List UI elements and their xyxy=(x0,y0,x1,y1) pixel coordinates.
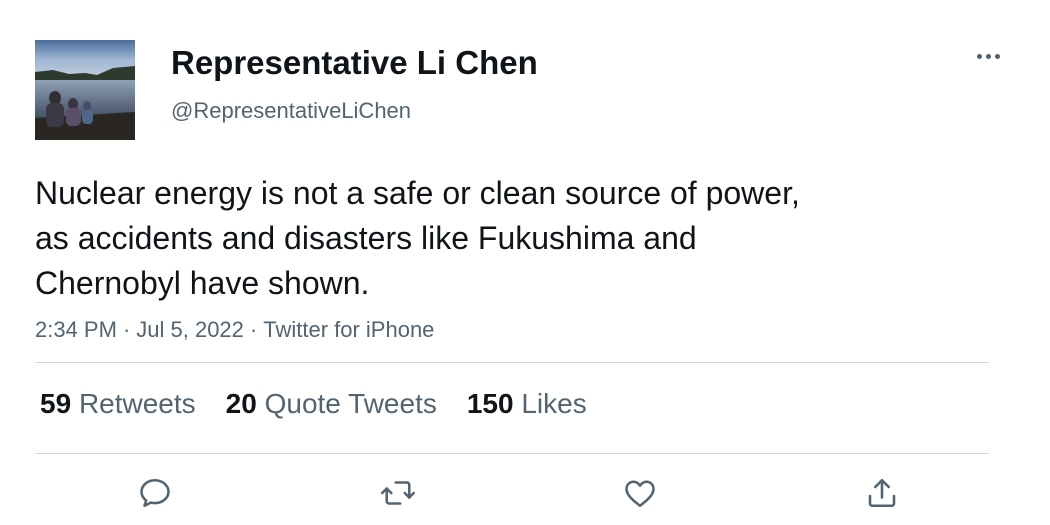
divider xyxy=(35,453,989,454)
tweet-text-line: Chernobyl have shown. xyxy=(35,265,370,301)
user-handle[interactable]: @RepresentativeLiChen xyxy=(171,97,411,125)
tweet-text-line: as accidents and disasters like Fukushim… xyxy=(35,220,697,256)
share-icon xyxy=(868,478,896,508)
tweet-date[interactable]: Jul 5, 2022 xyxy=(136,317,244,342)
engagement-stats: 59 Retweets 20 Quote Tweets 150 Likes xyxy=(40,386,587,422)
tweet-time[interactable]: 2:34 PM xyxy=(35,317,117,342)
likes-label: Likes xyxy=(521,388,587,419)
share-button[interactable] xyxy=(862,473,902,513)
retweets-stat[interactable]: 59 Retweets xyxy=(40,386,196,422)
likes-count: 150 xyxy=(466,388,514,419)
tweet-metadata: 2:34 PM · Jul 5, 2022 · Twitter for iPhone xyxy=(35,315,434,345)
divider xyxy=(35,362,989,363)
display-name[interactable]: Representative Li Chen xyxy=(171,43,538,83)
retweet-icon xyxy=(380,481,416,505)
more-dot xyxy=(994,53,1000,59)
quote-tweets-count: 20 xyxy=(225,388,257,419)
quote-tweets-label: Quote Tweets xyxy=(264,388,437,419)
reply-button[interactable] xyxy=(135,473,175,513)
reply-icon xyxy=(140,478,170,508)
tweet-text: Nuclear energy is not a safe or clean so… xyxy=(35,171,935,306)
more-dot xyxy=(985,53,991,59)
retweets-label: Retweets xyxy=(78,388,196,419)
meta-separator: · xyxy=(122,317,131,342)
tweet-source[interactable]: Twitter for iPhone xyxy=(263,317,434,342)
more-dot xyxy=(976,53,982,59)
quote-tweets-stat[interactable]: 20 Quote Tweets xyxy=(226,386,437,422)
more-options-icon[interactable] xyxy=(968,40,1008,72)
retweet-button[interactable] xyxy=(378,473,418,513)
likes-stat[interactable]: 150 Likes xyxy=(467,386,587,422)
like-button[interactable] xyxy=(620,473,660,513)
meta-separator: · xyxy=(249,317,258,342)
retweets-count: 59 xyxy=(40,388,72,419)
avatar-photo xyxy=(35,40,135,140)
avatar[interactable] xyxy=(35,40,135,140)
tweet-text-line: Nuclear energy is not a safe or clean so… xyxy=(35,175,800,211)
heart-icon xyxy=(625,480,655,508)
